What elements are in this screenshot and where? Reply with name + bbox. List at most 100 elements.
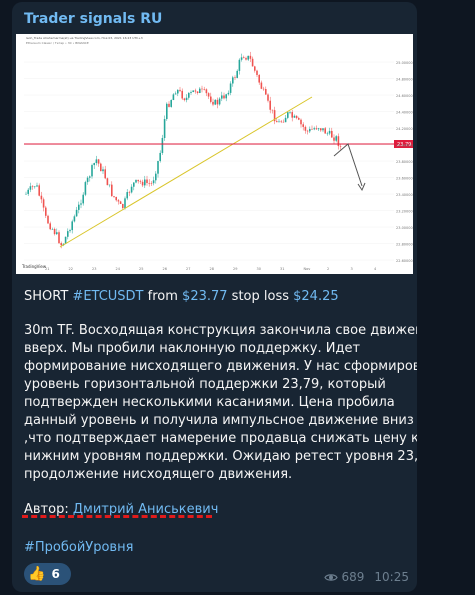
time-tick-label: 25 bbox=[139, 267, 143, 271]
body-line: нижним уровням поддержки. Ожидаю ретест … bbox=[24, 449, 417, 464]
price-tick-label: 23.60000 bbox=[396, 177, 413, 181]
candle-body bbox=[216, 99, 219, 105]
candle-body bbox=[135, 179, 137, 183]
candle-body bbox=[218, 98, 221, 105]
price-tick-label: 23.20000 bbox=[396, 210, 413, 214]
candle-body bbox=[337, 136, 340, 147]
message-bubble: Trader signals RU leoh_Trade strahemarma… bbox=[12, 2, 417, 592]
candle-body bbox=[258, 74, 260, 83]
candle-body bbox=[47, 215, 49, 224]
body-line: данный уровень и получила импульсное дви… bbox=[24, 413, 414, 428]
time-tick-label: Nov bbox=[304, 267, 311, 271]
candle-body bbox=[42, 199, 45, 208]
chart-image[interactable]: leoh_Trade strahemarma(at) на TradingVie… bbox=[16, 34, 413, 274]
body-line: вверх. Мы пробили наклонную поддержку. И… bbox=[24, 341, 361, 356]
candle-body bbox=[265, 89, 267, 95]
candle-body bbox=[181, 90, 183, 99]
candle-body bbox=[278, 121, 280, 123]
candle-body bbox=[27, 189, 29, 194]
time-tick-label: 22 bbox=[69, 267, 73, 271]
message-meta: 689 10:25 bbox=[323, 570, 409, 584]
body-line: 30m TF. Восходящая конструкция закончила… bbox=[24, 323, 417, 338]
time-tick-label: 28 bbox=[210, 267, 214, 271]
body-line: формирование нисходящего движения. У нас… bbox=[24, 359, 417, 374]
candle-body bbox=[56, 232, 58, 235]
time-tick-label: 27 bbox=[186, 267, 190, 271]
candle-body bbox=[97, 159, 100, 164]
time-tick-label: 30 bbox=[257, 267, 261, 271]
candle-body bbox=[73, 216, 76, 222]
stop-loss-price[interactable]: $24.25 bbox=[293, 289, 339, 304]
candle-body bbox=[238, 59, 241, 71]
candle-body bbox=[298, 118, 300, 120]
candle-body bbox=[284, 117, 287, 123]
candle-body bbox=[256, 70, 258, 75]
candle-body bbox=[144, 179, 146, 186]
body-line: уровень горизонтальной поддержки 23,79, … bbox=[24, 377, 386, 392]
candle-body bbox=[333, 137, 335, 141]
body-line: продолжение нисходящего движения. bbox=[24, 467, 293, 482]
candle-body bbox=[262, 88, 265, 90]
candle-body bbox=[324, 128, 326, 134]
price-chart: 23.79 25.0000024.8000024.6000024.4000024… bbox=[24, 51, 413, 271]
candle-body bbox=[155, 173, 157, 181]
time-tick-label: 2 bbox=[327, 267, 329, 271]
entry-price[interactable]: $23.77 bbox=[182, 289, 228, 304]
channel-name[interactable]: Trader signals RU bbox=[24, 11, 162, 27]
price-tick-label: 24.00000 bbox=[396, 144, 413, 148]
candle-body bbox=[205, 89, 208, 94]
candle-body bbox=[80, 203, 82, 205]
candle-body bbox=[249, 55, 252, 59]
candle-body bbox=[326, 133, 329, 135]
candle-body bbox=[137, 179, 139, 182]
projection-arrow bbox=[333, 143, 363, 187]
candle-body bbox=[75, 209, 78, 217]
candle-body bbox=[86, 177, 89, 183]
candle-body bbox=[53, 228, 56, 235]
price-tick-label: 23.80000 bbox=[396, 160, 413, 164]
candle-body bbox=[260, 82, 263, 89]
candle-body bbox=[320, 128, 322, 131]
right-background bbox=[421, 0, 475, 595]
candle-body bbox=[313, 128, 315, 130]
candle-body bbox=[223, 95, 225, 99]
candle-body bbox=[315, 128, 318, 130]
candle-body bbox=[170, 100, 172, 107]
candle-body bbox=[141, 181, 144, 186]
candle-body bbox=[190, 92, 192, 93]
candle-body bbox=[146, 179, 148, 183]
candle-body bbox=[309, 128, 311, 132]
candle-body bbox=[276, 121, 278, 123]
price-tick-label: 24.80000 bbox=[396, 78, 413, 82]
candle-body bbox=[227, 92, 230, 95]
candle-body bbox=[168, 103, 170, 107]
candle-body bbox=[126, 192, 128, 199]
candle-body bbox=[267, 94, 269, 101]
candle-body bbox=[45, 207, 47, 216]
price-tick-label: 25.00000 bbox=[396, 61, 413, 65]
candle-body bbox=[159, 152, 161, 162]
candle-body bbox=[82, 194, 84, 204]
candle-body bbox=[295, 115, 298, 119]
candle-body bbox=[148, 182, 150, 184]
candle-body bbox=[163, 119, 166, 139]
candle-body bbox=[194, 90, 197, 92]
candle-body bbox=[317, 128, 320, 130]
candle-body bbox=[60, 243, 62, 246]
hashtag-etcusdt[interactable]: #ETCUSDT bbox=[72, 289, 143, 304]
candle-body bbox=[93, 163, 95, 166]
candle-body bbox=[201, 88, 203, 90]
candle-body bbox=[179, 89, 181, 91]
candle-body bbox=[100, 163, 102, 172]
candle-body bbox=[130, 186, 133, 193]
hashtag-proboy[interactable]: #ПробойУровня bbox=[24, 539, 133, 557]
candle-body bbox=[174, 93, 177, 95]
candle-body bbox=[311, 128, 313, 130]
trendline bbox=[59, 96, 313, 248]
reaction-button[interactable]: 👍 6 bbox=[24, 563, 71, 585]
price-tick-label: 22.60000 bbox=[396, 259, 413, 263]
candle-body bbox=[71, 221, 73, 231]
candle-body bbox=[31, 186, 34, 187]
view-count: 689 bbox=[341, 570, 365, 584]
price-tick-label: 24.60000 bbox=[396, 94, 413, 98]
